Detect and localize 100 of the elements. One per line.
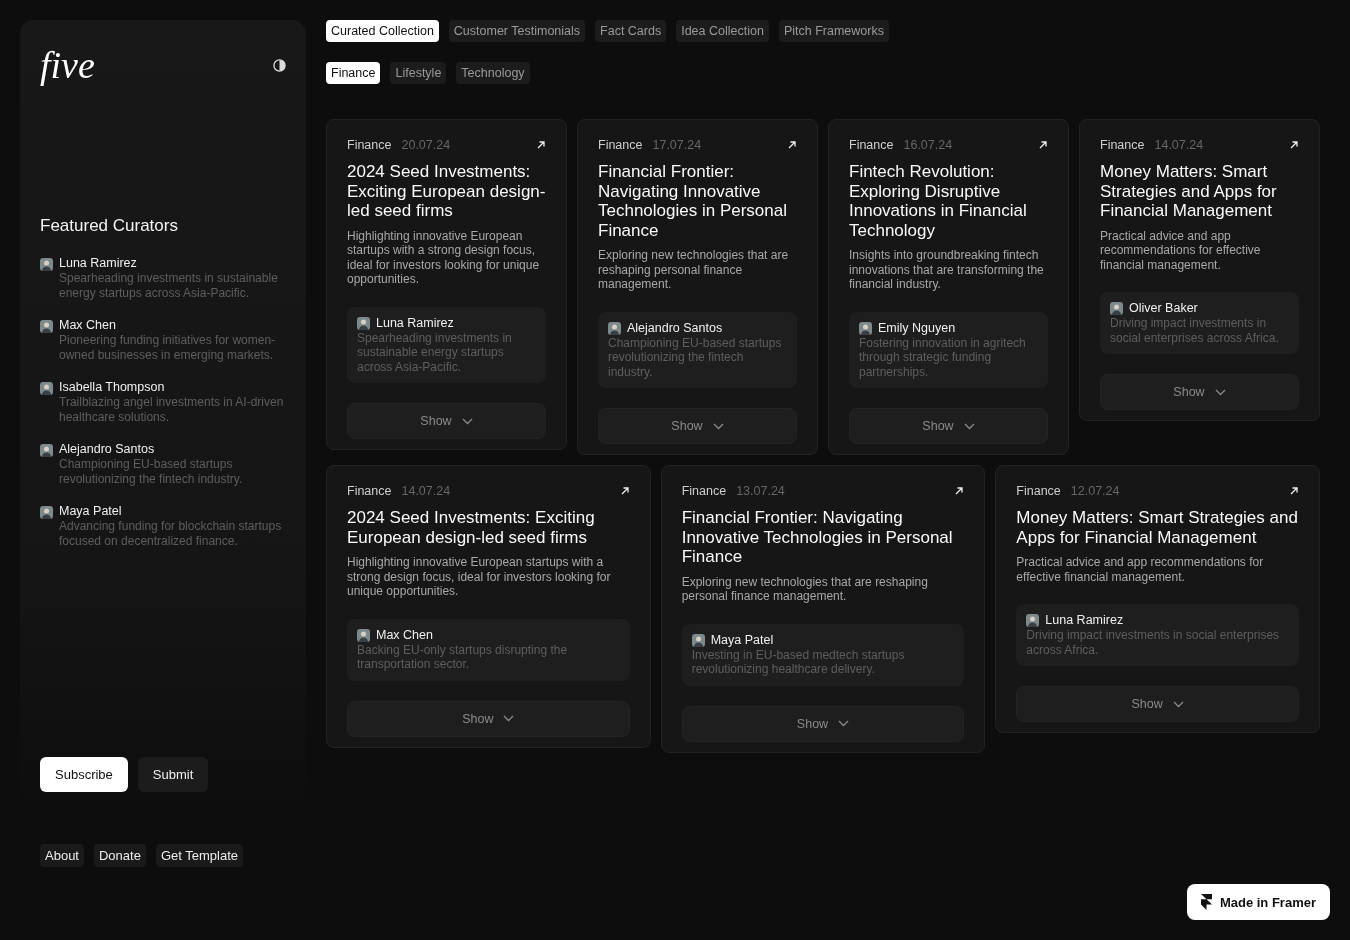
card-description: Practical advice and app recommendations for effective financial management. xyxy=(1016,555,1265,584)
curator-name: Maya Patel xyxy=(59,504,123,519)
collection-tab[interactable]: Idea Collection xyxy=(676,20,769,42)
arrow-up-right-icon[interactable] xyxy=(619,486,630,496)
curator-bio: Driving impact investments in social enterprises across Africa. xyxy=(1026,628,1281,657)
card-description: Exploring new technologies that are reshaping personal finance management. xyxy=(681,574,929,604)
subscribe-button[interactable]: Subscribe xyxy=(40,757,128,792)
collection-tab[interactable]: Curated Collection xyxy=(326,20,439,42)
filter-tab[interactable]: Lifestyle xyxy=(390,62,447,84)
card-date: 13.07.24 xyxy=(736,484,786,498)
curator-name: Max Chen xyxy=(376,627,433,643)
section-title: Featured Curators xyxy=(40,216,179,236)
framer-logo-icon xyxy=(1200,894,1212,910)
show-button[interactable]: Show xyxy=(1100,374,1299,410)
card-date: 14.07.24 xyxy=(401,484,452,498)
card-category: Finance xyxy=(849,138,894,152)
submit-button[interactable]: Submit xyxy=(137,757,209,792)
show-button[interactable]: Show xyxy=(1016,686,1299,722)
avatar-icon xyxy=(40,320,53,333)
curator-name: Luna Ramirez xyxy=(376,315,454,331)
footer-link[interactable]: Donate xyxy=(94,844,146,867)
avatar-icon xyxy=(357,628,370,642)
curator-bio: Spearheading investments in sustainable energy startups across Asia-Pacific. xyxy=(357,330,513,374)
avatar-icon xyxy=(859,321,872,335)
avatar-icon xyxy=(691,633,705,647)
card-title: Money Matters: Smart Strategies and Apps for Financial Management xyxy=(1016,508,1299,547)
card-category: Finance xyxy=(1016,484,1061,498)
curator-name: Oliver Baker xyxy=(1129,301,1198,316)
curator-bio: Investing in EU-based medtech startups revolutionizing healthcare delivery. xyxy=(691,647,906,677)
curator-name: Alejandro Santos xyxy=(627,320,723,336)
show-button[interactable]: Show xyxy=(849,408,1048,444)
curator-name: Emily Nguyen xyxy=(878,320,956,336)
show-button[interactable]: Show xyxy=(347,403,546,439)
avatar-icon xyxy=(40,444,53,457)
curator-bio: Backing EU-only startups disrupting the transportation sector. xyxy=(357,642,569,672)
footer-link[interactable]: About xyxy=(40,844,84,867)
curator-name: Luna Ramirez xyxy=(59,256,138,271)
card-description: Practical advice and app recommendations for effective financial management. xyxy=(1100,228,1262,272)
avatar-icon xyxy=(608,321,621,335)
curator-bio: Championing EU-based startups revolutionizing the fintech industry. xyxy=(59,457,244,486)
card-date: 16.07.24 xyxy=(903,138,954,152)
card-category: Finance xyxy=(1100,138,1145,152)
card-date: 14.07.24 xyxy=(1154,138,1205,152)
collection-tab[interactable]: Fact Cards xyxy=(595,20,667,42)
chevron-down-icon xyxy=(712,422,724,430)
chevron-down-icon xyxy=(503,715,515,722)
card-title: 2024 Seed Investments: Exciting European design-led seed firms xyxy=(347,508,596,547)
curator-name: Maya Patel xyxy=(710,632,774,648)
card-category: Finance xyxy=(347,484,392,498)
arrow-up-right-icon[interactable] xyxy=(1289,486,1299,496)
chevron-down-icon xyxy=(1172,700,1184,708)
card-title: Financial Frontier: Navigating Innovative Technologies in Personal Finance xyxy=(681,508,954,567)
card-description: Highlighting innovative European startups with a strong design focus, ideal for investors looking for unique opportunities. xyxy=(347,555,612,599)
chevron-down-icon xyxy=(461,417,473,425)
card-title: Fintech Revolution: Exploring Disruptive Innovations in Financial Technology xyxy=(849,162,1028,240)
card-category: Finance xyxy=(347,138,392,152)
arrow-up-right-icon[interactable] xyxy=(1289,140,1299,150)
show-button[interactable]: Show xyxy=(347,700,630,737)
avatar-icon xyxy=(1026,614,1040,627)
card-description: Exploring new technologies that are reshaping personal finance management. xyxy=(598,248,790,292)
curator-bio: Trailblazing angel investments in AI-driven healthcare solutions. xyxy=(59,395,285,424)
footer-link[interactable]: Get Template xyxy=(155,844,243,867)
chevron-down-icon xyxy=(1214,388,1226,396)
card-description: Highlighting innovative European startups with a strong design focus, ideal for investors looking for unique opportunities. xyxy=(347,228,541,287)
arrow-up-right-icon[interactable] xyxy=(787,140,797,150)
card-category: Finance xyxy=(681,484,727,498)
chevron-down-icon xyxy=(963,422,975,430)
curator-name: Max Chen xyxy=(59,318,117,333)
filter-tab[interactable]: Finance xyxy=(326,62,381,84)
arrow-up-right-icon[interactable] xyxy=(954,486,965,496)
filter-tab[interactable]: Technology xyxy=(456,62,530,84)
avatar-icon xyxy=(40,506,53,519)
logo: five xyxy=(40,46,95,84)
card-description: Insights into groundbreaking fintech innovations that are transforming the financial industry. xyxy=(849,248,1045,292)
curator-name: Alejandro Santos xyxy=(59,442,156,457)
curator-name: Isabella Thompson xyxy=(59,380,166,395)
card-title: Financial Frontier: Navigating Innovative Technologies in Personal Finance xyxy=(598,162,788,240)
curator-bio: Advancing funding for blockchain startups focused on decentralized finance. xyxy=(59,519,283,548)
arrow-up-right-icon[interactable] xyxy=(536,140,546,150)
show-button[interactable]: Show xyxy=(681,705,965,742)
curator-bio: Pioneering funding initiatives for women-owned businesses in emerging markets. xyxy=(59,333,277,362)
contrast-icon[interactable] xyxy=(273,58,286,72)
avatar-icon xyxy=(40,382,53,395)
collection-tab[interactable]: Pitch Frameworks xyxy=(778,20,889,42)
curator-name: Luna Ramirez xyxy=(1045,613,1124,628)
card-date: 17.07.24 xyxy=(652,138,703,152)
card-date: 20.07.24 xyxy=(401,138,452,152)
card-date: 12.07.24 xyxy=(1070,484,1121,498)
show-button[interactable]: Show xyxy=(598,408,797,444)
curator-bio: Championing EU-based startups revolutionizing the fintech industry. xyxy=(608,335,783,379)
arrow-up-right-icon[interactable] xyxy=(1038,140,1048,150)
avatar-icon xyxy=(1110,302,1123,315)
avatar-icon xyxy=(40,258,53,271)
card-title: Money Matters: Smart Strategies and Apps for Financial Management xyxy=(1100,162,1278,221)
card-title: 2024 Seed Investments: Exciting European design-led seed firms xyxy=(347,162,546,221)
avatar-icon xyxy=(357,316,370,330)
curator-bio: Fostering innovation in agritech through strategic funding partnerships. xyxy=(859,335,1027,379)
collection-tab[interactable]: Customer Testimonials xyxy=(448,20,586,42)
card-category: Finance xyxy=(598,138,643,152)
made-in-framer-badge[interactable]: Made in Framer xyxy=(1186,884,1330,920)
